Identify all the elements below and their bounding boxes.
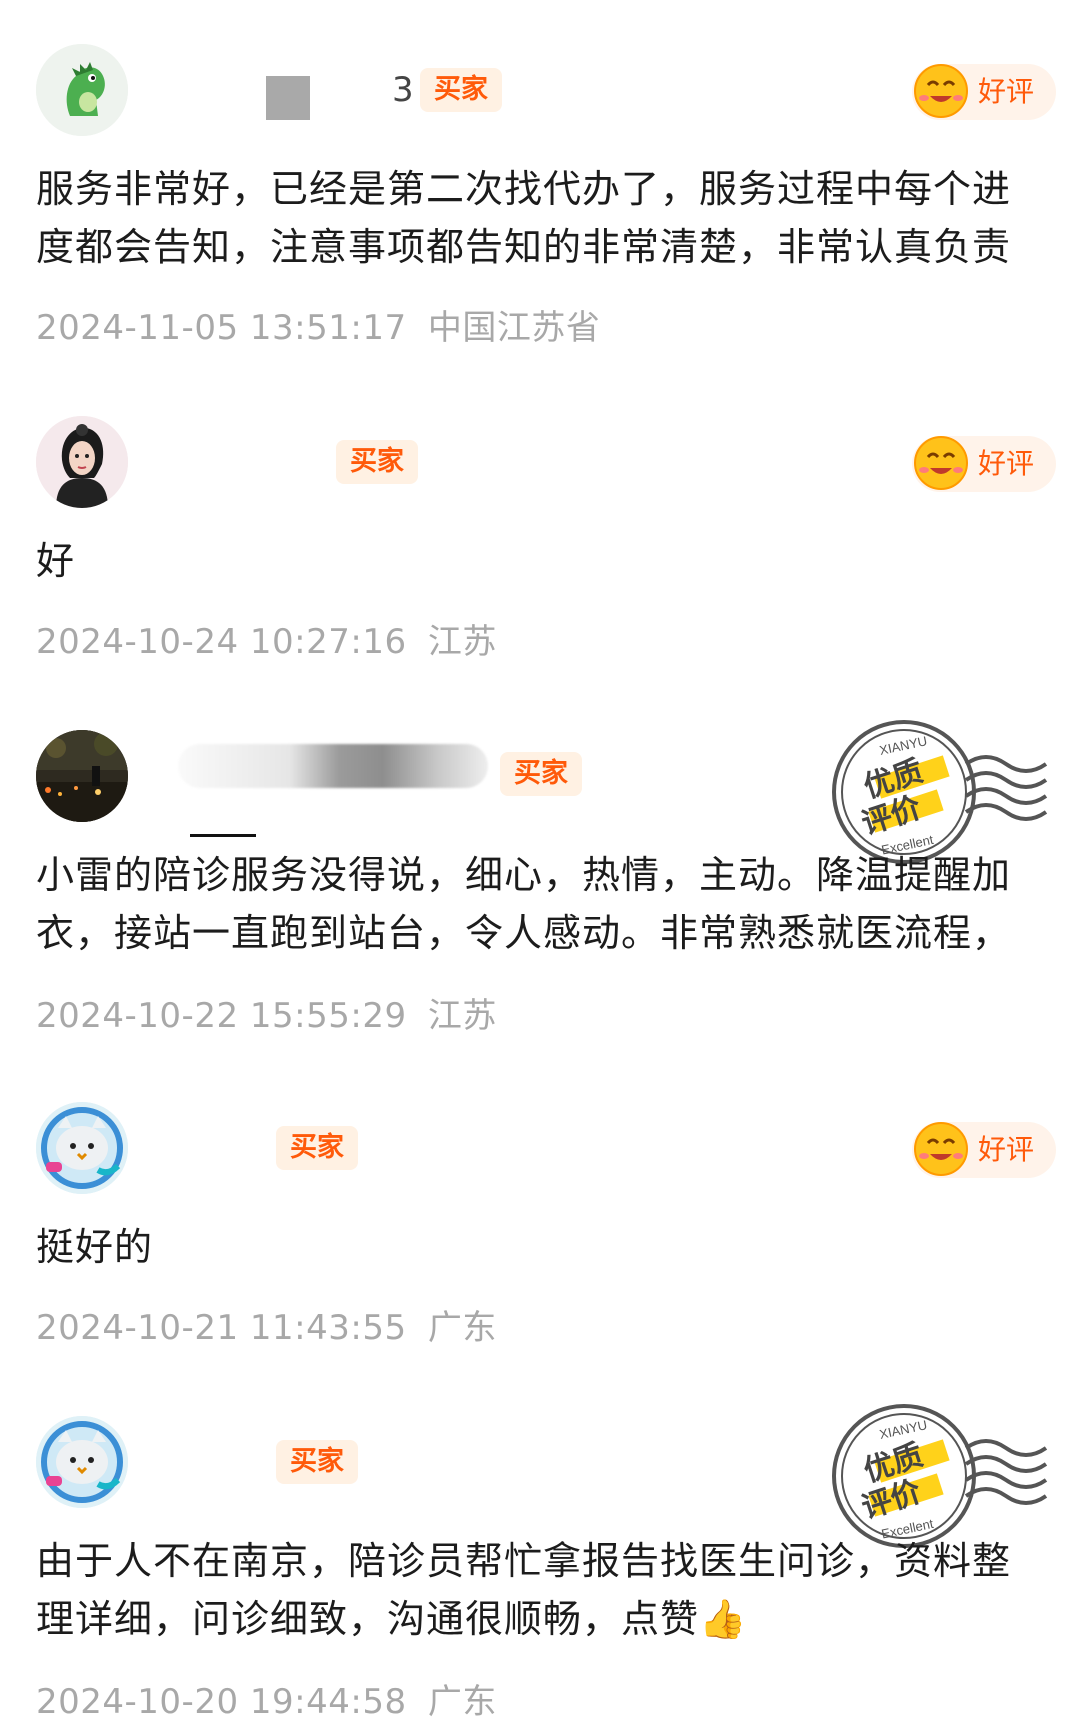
buyer-tag: 买家 — [276, 1440, 358, 1484]
review-content: 服务非常好，已经是第二次找代办了，服务过程中每个进度都会告知，注意事项都告知的非… — [36, 167, 1012, 269]
review-meta: 2024-10-24 10:27:16 江苏 — [36, 614, 497, 663]
good-rating-label: 好评 — [978, 1133, 1035, 1166]
review-location: 江苏 — [427, 622, 497, 662]
avatar[interactable] — [36, 1102, 128, 1194]
avatar[interactable] — [36, 730, 128, 822]
buyer-tag: 买家 — [420, 68, 502, 112]
avatar[interactable] — [36, 44, 128, 136]
smiling-face-icon — [914, 64, 968, 118]
avatar[interactable] — [36, 1416, 128, 1508]
review-timestamp: 2024-10-24 10:27:16 — [36, 622, 407, 662]
review-meta: 2024-10-21 11:43:55 广东 — [36, 1300, 497, 1349]
review-content: 好 — [36, 539, 76, 583]
name-partial: 3 — [392, 70, 414, 110]
review-timestamp: 2024-10-22 15:55:29 — [36, 996, 407, 1036]
review-location: 广东 — [427, 1682, 497, 1722]
name-blur — [178, 744, 488, 788]
cat-astronaut-icon — [36, 1416, 128, 1508]
smiling-face-icon — [914, 1122, 968, 1176]
woman-portrait-icon — [36, 416, 128, 508]
review-location: 江苏 — [427, 996, 497, 1036]
quality-review-stamp-icon: XIANYU 优质 评价 Excellent — [832, 720, 1048, 864]
night-scene-photo-icon — [36, 730, 128, 822]
good-rating-badge: 好评 — [912, 1122, 1057, 1178]
review-timestamp: 2024-10-21 11:43:55 — [36, 1308, 407, 1348]
review-content: 小雷的陪诊服务没得说，细心，热情，主动。降温提醒加衣，接站一直跑到站台，令人感动… — [36, 853, 1012, 955]
smiling-face-icon — [914, 436, 968, 490]
buyer-tag: 买家 — [500, 752, 582, 796]
review-location: 中国江苏省 — [427, 308, 601, 348]
buyer-tag: 买家 — [336, 440, 418, 484]
good-rating-badge: 好评 — [912, 64, 1057, 120]
cat-astronaut-icon — [36, 1102, 128, 1194]
avatar[interactable] — [36, 416, 128, 508]
review-meta: 2024-11-05 13:51:17 中国江苏省 — [36, 300, 600, 349]
review-timestamp: 2024-10-20 19:44:58 — [36, 1682, 407, 1722]
quality-review-stamp-icon: XIANYU 优质 评价 Excellent — [832, 1404, 1048, 1548]
good-rating-label: 好评 — [978, 447, 1035, 480]
name-blur — [266, 76, 310, 120]
review-meta: 2024-10-20 19:44:58 广东 — [36, 1674, 497, 1723]
review-meta: 2024-10-22 15:55:29 江苏 — [36, 988, 497, 1037]
review-content: 挺好的 — [36, 1225, 154, 1269]
review-location: 广东 — [427, 1308, 497, 1348]
buyer-tag: 买家 — [276, 1126, 358, 1170]
review-timestamp: 2024-11-05 13:51:17 — [36, 308, 407, 348]
green-dinosaur-icon — [36, 44, 128, 136]
review-content: 由于人不在南京，陪诊员帮忙拿报告找医生问诊，资料整理详细，问诊细致，沟通很顺畅，… — [36, 1539, 1012, 1641]
divider-fragment — [190, 834, 256, 837]
good-rating-label: 好评 — [978, 75, 1035, 108]
good-rating-badge: 好评 — [912, 436, 1057, 492]
